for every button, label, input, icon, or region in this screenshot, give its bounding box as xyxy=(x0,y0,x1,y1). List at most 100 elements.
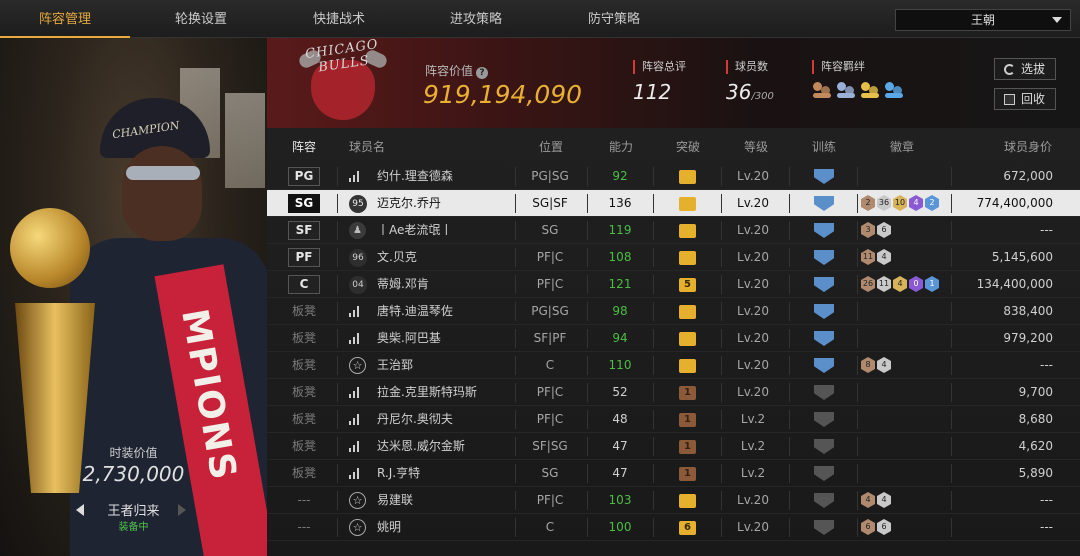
player-level: Lv.20 xyxy=(737,520,769,534)
table-row[interactable]: 板凳 达米恩.威尔金斯 SF|SG 47 1 Lv.2 4,620 xyxy=(267,433,1080,460)
select-button[interactable]: 选拔 xyxy=(994,58,1056,80)
table-row[interactable]: 板凳 奥柴.阿巴基 SF|PF 94 Lv.20 979,200 xyxy=(267,325,1080,352)
col-lineup: 阵容 xyxy=(292,140,317,154)
tab-lineup-management[interactable]: 阵容管理 xyxy=(0,0,130,38)
help-icon[interactable]: ? xyxy=(476,67,489,79)
badge-icon: 0 xyxy=(909,276,923,292)
table-row[interactable]: 板凳 拉金.克里斯特玛斯 PF|C 52 1 Lv.20 9,700 xyxy=(267,379,1080,406)
jersey-number-icon: 95 xyxy=(349,195,367,213)
badge-icon: 11 xyxy=(861,249,875,265)
player-ability: 48 xyxy=(612,412,628,426)
team-select-dropdown[interactable]: 王朝 xyxy=(895,9,1071,31)
breakthrough-icon xyxy=(679,170,696,184)
training-icon[interactable] xyxy=(814,250,834,265)
lineup-slot: 板凳 xyxy=(291,412,316,426)
recycle-box-icon xyxy=(1004,94,1015,105)
player-level: Lv.20 xyxy=(737,277,769,291)
lineup-header: CHICAGO BULLS 阵容价值? 919,194,090 阵容总评 112… xyxy=(267,37,1080,128)
training-icon[interactable] xyxy=(814,520,834,535)
table-row[interactable]: --- ☆ 姚明 C 100 6 Lv.20 6 6 --- xyxy=(267,514,1080,541)
col-training: 训练 xyxy=(812,140,837,154)
player-count-label: 球员数 xyxy=(726,60,774,74)
star-icon: ☆ xyxy=(349,357,366,374)
table-row[interactable]: SF ♟ 丨Ae老流氓丨 SG 119 Lv.20 3 6 --- xyxy=(267,217,1080,244)
tab-rotation-settings[interactable]: 轮换设置 xyxy=(136,0,266,38)
badge-icon: 2 xyxy=(861,195,875,211)
col-player-value: 球员身价 xyxy=(1004,140,1053,154)
table-row[interactable]: 板凳 R.J.亨特 SG 47 1 Lv.2 5,890 xyxy=(267,460,1080,487)
player-count: 36/300 xyxy=(726,80,774,104)
player-ability: 47 xyxy=(612,466,628,480)
breakthrough-icon: 1 xyxy=(679,413,696,427)
table-row[interactable]: SG 95 迈克尔.乔丹 SG|SF 136 Lv.20 2 36 10 4 2 774,400,00… xyxy=(267,190,1080,217)
lineup-slot: PF xyxy=(288,248,320,267)
training-icon[interactable] xyxy=(814,277,834,292)
table-row[interactable]: PF 96 文.贝克 PF|C 108 Lv.20 11 4 5,145,600 xyxy=(267,244,1080,271)
training-icon[interactable] xyxy=(814,466,834,481)
badge-icon: 4 xyxy=(861,492,875,508)
bond-gold-icon xyxy=(860,80,880,100)
tab-quick-tactics[interactable]: 快捷战术 xyxy=(274,0,404,38)
table-row[interactable]: 板凳 唐特.迪温琴佐 PG|SG 98 Lv.20 838,400 xyxy=(267,298,1080,325)
player-ability: 108 xyxy=(608,250,632,264)
training-icon[interactable] xyxy=(814,385,834,400)
badge-icon: 6 xyxy=(861,519,875,535)
player-ability: 103 xyxy=(608,493,632,507)
table-row[interactable]: 板凳 丹尼尔.奥彻夫 PF|C 48 1 Lv.2 8,680 xyxy=(267,406,1080,433)
badge-list: 66 xyxy=(861,519,891,536)
card-name: 王者归来 xyxy=(107,504,160,519)
arrow-right-icon[interactable] xyxy=(178,504,186,516)
tab-defense-strategy[interactable]: 防守策略 xyxy=(549,0,679,38)
lineup-slot: --- xyxy=(297,520,311,534)
table-row[interactable]: C 04 蒂姆.邓肯 PF|C 121 5 Lv.20 26 11 4 0 1 134,400,000 xyxy=(267,271,1080,298)
recycle-button[interactable]: 回收 xyxy=(994,88,1056,110)
badge-list: 36 xyxy=(861,222,891,239)
player-level: Lv.20 xyxy=(737,385,769,399)
badge-icon: 26 xyxy=(861,276,875,292)
lineup-slot: 板凳 xyxy=(291,304,316,318)
player-position: SF|PF xyxy=(533,331,567,345)
lineup-slot: PG xyxy=(288,167,320,186)
breakthrough-icon xyxy=(679,494,696,508)
badge-list: 26 11 4 0 1 xyxy=(861,276,939,293)
player-ability: 92 xyxy=(612,169,628,183)
player-value: --- xyxy=(1040,520,1053,534)
badge-icon: 4 xyxy=(877,357,891,373)
player-ability: 121 xyxy=(608,277,632,291)
table-row[interactable]: --- ☆ 易建联 PF|C 103 Lv.20 4 4 --- xyxy=(267,487,1080,514)
player-level: Lv.2 xyxy=(740,439,766,453)
player-value: 4,620 xyxy=(1018,439,1053,453)
player-level: Lv.20 xyxy=(737,223,769,237)
player-position: PF|C xyxy=(536,412,564,426)
training-icon[interactable] xyxy=(814,331,834,346)
training-icon[interactable] xyxy=(814,169,834,184)
player-level: Lv.20 xyxy=(737,250,769,264)
breakthrough-icon: 1 xyxy=(679,467,696,481)
training-icon[interactable] xyxy=(814,196,834,211)
lineup-slot: 板凳 xyxy=(291,439,316,453)
badge-icon: 4 xyxy=(893,276,907,292)
table-row[interactable]: 板凳 ☆ 王治郅 C 110 Lv.20 8 4 --- xyxy=(267,352,1080,379)
tab-offense-strategy[interactable]: 进攻策略 xyxy=(411,0,541,38)
badge-icon: 4 xyxy=(877,492,891,508)
star-icon: ☆ xyxy=(349,492,366,509)
table-row[interactable]: PG 约什.理查德森 PG|SG 92 Lv.20 672,000 xyxy=(267,163,1080,190)
player-position: C xyxy=(545,358,555,372)
arrow-left-icon[interactable] xyxy=(76,504,84,516)
player-value: --- xyxy=(1040,223,1053,237)
badge-list: 11 4 xyxy=(861,249,891,266)
user-icon: ♟ xyxy=(349,222,366,239)
training-icon[interactable] xyxy=(814,358,834,373)
player-ability: 110 xyxy=(608,358,632,372)
lineup-value: 919,194,090 xyxy=(423,80,583,109)
player-name: 丹尼尔.奥彻夫 xyxy=(377,412,453,426)
training-icon[interactable] xyxy=(814,412,834,427)
training-icon[interactable] xyxy=(814,493,834,508)
top-tab-bar: 阵容管理 轮换设置 快捷战术 进攻策略 防守策略 王朝 xyxy=(0,0,1080,38)
training-icon[interactable] xyxy=(814,304,834,319)
training-icon[interactable] xyxy=(814,223,834,238)
player-name: 易建联 xyxy=(377,493,414,507)
card-value: 2,730,000 xyxy=(82,462,185,486)
training-icon[interactable] xyxy=(814,439,834,454)
player-ability: 52 xyxy=(612,385,628,399)
